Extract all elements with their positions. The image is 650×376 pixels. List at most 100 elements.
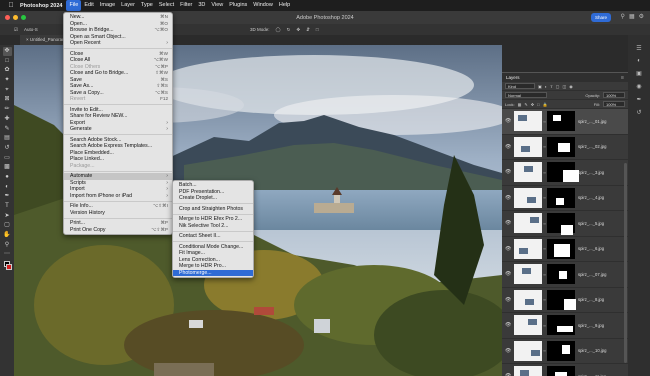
rectangle-tool-icon[interactable]: ▢ [3,221,12,230]
panel-menu-icon[interactable]: ≡ [621,75,624,81]
automate-item-create-droplet[interactable]: Create Droplet... [173,195,253,202]
history-brush-tool-icon[interactable]: ↺ [3,144,12,153]
layer-thumbnail[interactable] [514,136,542,157]
visibility-eye-icon[interactable]: 👁 [505,144,512,150]
dodge-tool-icon[interactable]: ◐ [3,183,12,192]
menu-layer[interactable]: Layer [118,0,138,11]
layer-mask-thumbnail[interactable] [547,340,575,361]
layer-mask-thumbnail[interactable] [547,289,576,310]
filter-shape-icon[interactable]: ▢ [556,84,560,89]
workspace-icon[interactable]: ▦ [629,13,635,20]
visibility-eye-icon[interactable]: 👁 [505,169,512,175]
layer-thumbnail[interactable] [514,315,542,336]
menu-view[interactable]: View [208,0,226,11]
apple-icon[interactable]:  [6,2,16,9]
zoom-window-button[interactable] [21,15,26,20]
file-menu-item-import-from-iphone-or-ipad[interactable]: Import from iPhone or iPad › [64,193,172,200]
3d-slide-icon[interactable]: ⇵ [306,27,310,33]
app-name[interactable]: Photoshop 2024 [16,3,66,9]
close-tab-icon[interactable]: × [26,37,29,42]
layer-row[interactable]: 👁 ∞ spirz_..._8.jpg [502,288,628,313]
visibility-eye-icon[interactable]: 👁 [505,246,512,252]
search-icon[interactable]: ⚲ [621,13,625,20]
3d-pan-icon[interactable]: ✥ [296,27,300,33]
pen-tool-icon[interactable]: ✒ [3,192,12,201]
libraries-panel-icon[interactable]: ▣ [636,70,642,77]
healing-tool-icon[interactable]: ✚ [3,115,12,124]
blend-mode-select[interactable]: Normal [505,92,547,98]
brush-tool-icon[interactable]: ✎ [3,125,12,134]
layers-tab[interactable]: Layers [506,75,520,80]
minimize-window-button[interactable] [13,15,18,20]
filter-smart-icon[interactable]: ◫ [562,84,566,89]
type-tool-icon[interactable]: T [3,202,12,211]
visibility-eye-icon[interactable]: 👁 [505,348,512,354]
layer-thumbnail[interactable] [514,111,542,132]
filter-pixel-icon[interactable]: ▣ [538,84,542,89]
share-button[interactable]: Share [591,13,611,22]
layer-thumbnail[interactable] [514,187,542,208]
blur-tool-icon[interactable]: ● [3,173,12,182]
quick-select-tool-icon[interactable]: ✦ [3,76,12,85]
eraser-tool-icon[interactable]: ▭ [3,154,12,163]
lock-artboard-icon[interactable]: □ [537,102,539,107]
automate-item-contact-sheet-ii[interactable]: Contact Sheet II... [173,233,253,240]
more-tools-icon[interactable]: ⋯ [3,250,12,259]
layer-row[interactable]: 👁 ∞ spirz_..._07.jpg [502,262,628,288]
marquee-tool-icon[interactable]: □ [3,57,12,66]
frame-tool-icon[interactable]: ⊠ [3,95,12,104]
menu-file[interactable]: File [66,0,82,11]
visibility-eye-icon[interactable]: 👁 [505,220,512,226]
automate-item-crop-and-straighten-photos[interactable]: Crop and Straighten Photos [173,206,253,213]
menu-3d[interactable]: 3D [195,0,208,11]
history-panel-icon[interactable]: ↺ [636,109,641,116]
layer-thumbnail[interactable] [514,366,542,376]
layer-row[interactable]: 👁 ∞ spirz_..._5.jpg [502,211,628,237]
file-menu-item-generate[interactable]: Generate › [64,126,172,133]
menu-help[interactable]: Help [276,0,293,11]
layer-row[interactable]: 👁 ∞ spirz_..._4.jpg [502,186,628,211]
layer-mask-thumbnail[interactable] [547,366,575,376]
filter-kind-select[interactable]: Kind [505,83,535,89]
layer-mask-thumbnail[interactable] [547,162,579,183]
menu-image[interactable]: Image [97,0,118,11]
layers-scrollbar[interactable] [624,163,627,363]
filter-adjust-icon[interactable]: ◐ [545,84,547,89]
eyedropper-tool-icon[interactable]: ✏ [3,105,12,114]
path-select-tool-icon[interactable]: ➤ [3,212,12,221]
layer-mask-thumbnail[interactable] [547,238,575,259]
settings-icon[interactable]: ⚙ [639,13,644,20]
visibility-eye-icon[interactable]: 👁 [505,118,512,124]
lasso-tool-icon[interactable]: ✿ [3,66,12,75]
gradient-tool-icon[interactable]: ▩ [3,163,12,172]
3d-orbit-icon[interactable]: ◯ [276,27,281,33]
menu-window[interactable]: Window [250,0,276,11]
visibility-eye-icon[interactable]: 👁 [505,195,512,201]
layer-thumbnail[interactable] [514,238,542,259]
visibility-eye-icon[interactable]: 👁 [505,297,512,303]
layer-thumbnail[interactable] [514,340,542,361]
layer-thumbnail[interactable] [514,264,542,285]
channels-panel-icon[interactable]: ◉ [636,83,641,90]
layer-mask-thumbnail[interactable] [547,213,575,236]
layer-thumbnail[interactable] [514,289,542,310]
3d-scale-icon[interactable]: □ [316,27,319,32]
fill-field[interactable]: 100% [603,101,625,107]
visibility-eye-icon[interactable]: 👁 [505,322,512,328]
hand-tool-icon[interactable]: ✋ [3,231,12,240]
properties-panel-icon[interactable]: ☰ [636,45,641,52]
lock-position-icon[interactable]: ✥ [531,102,534,107]
filter-type-icon[interactable]: T [550,84,552,89]
crop-tool-icon[interactable]: ⌖ [3,86,12,95]
menu-edit[interactable]: Edit [81,0,96,11]
layer-mask-thumbnail[interactable] [547,111,575,132]
auto-select-checkbox[interactable]: ☑ [14,27,18,33]
layer-row[interactable]: 👁∞spirz_..._11.jpg [502,364,628,376]
layer-row[interactable]: 👁 ∞ spirz_..._6.jpg [502,237,628,262]
close-window-button[interactable] [5,15,10,20]
layer-row[interactable]: 👁 ∞ spirz_..._10.jpg [502,339,628,364]
layer-row[interactable]: 👁 ∞ spirz_..._9.jpg [502,313,628,339]
file-menu-item-version-history[interactable]: Version History [64,210,172,217]
zoom-tool-icon[interactable]: ⚲ [3,241,12,250]
lock-image-icon[interactable]: ✎ [524,102,527,107]
